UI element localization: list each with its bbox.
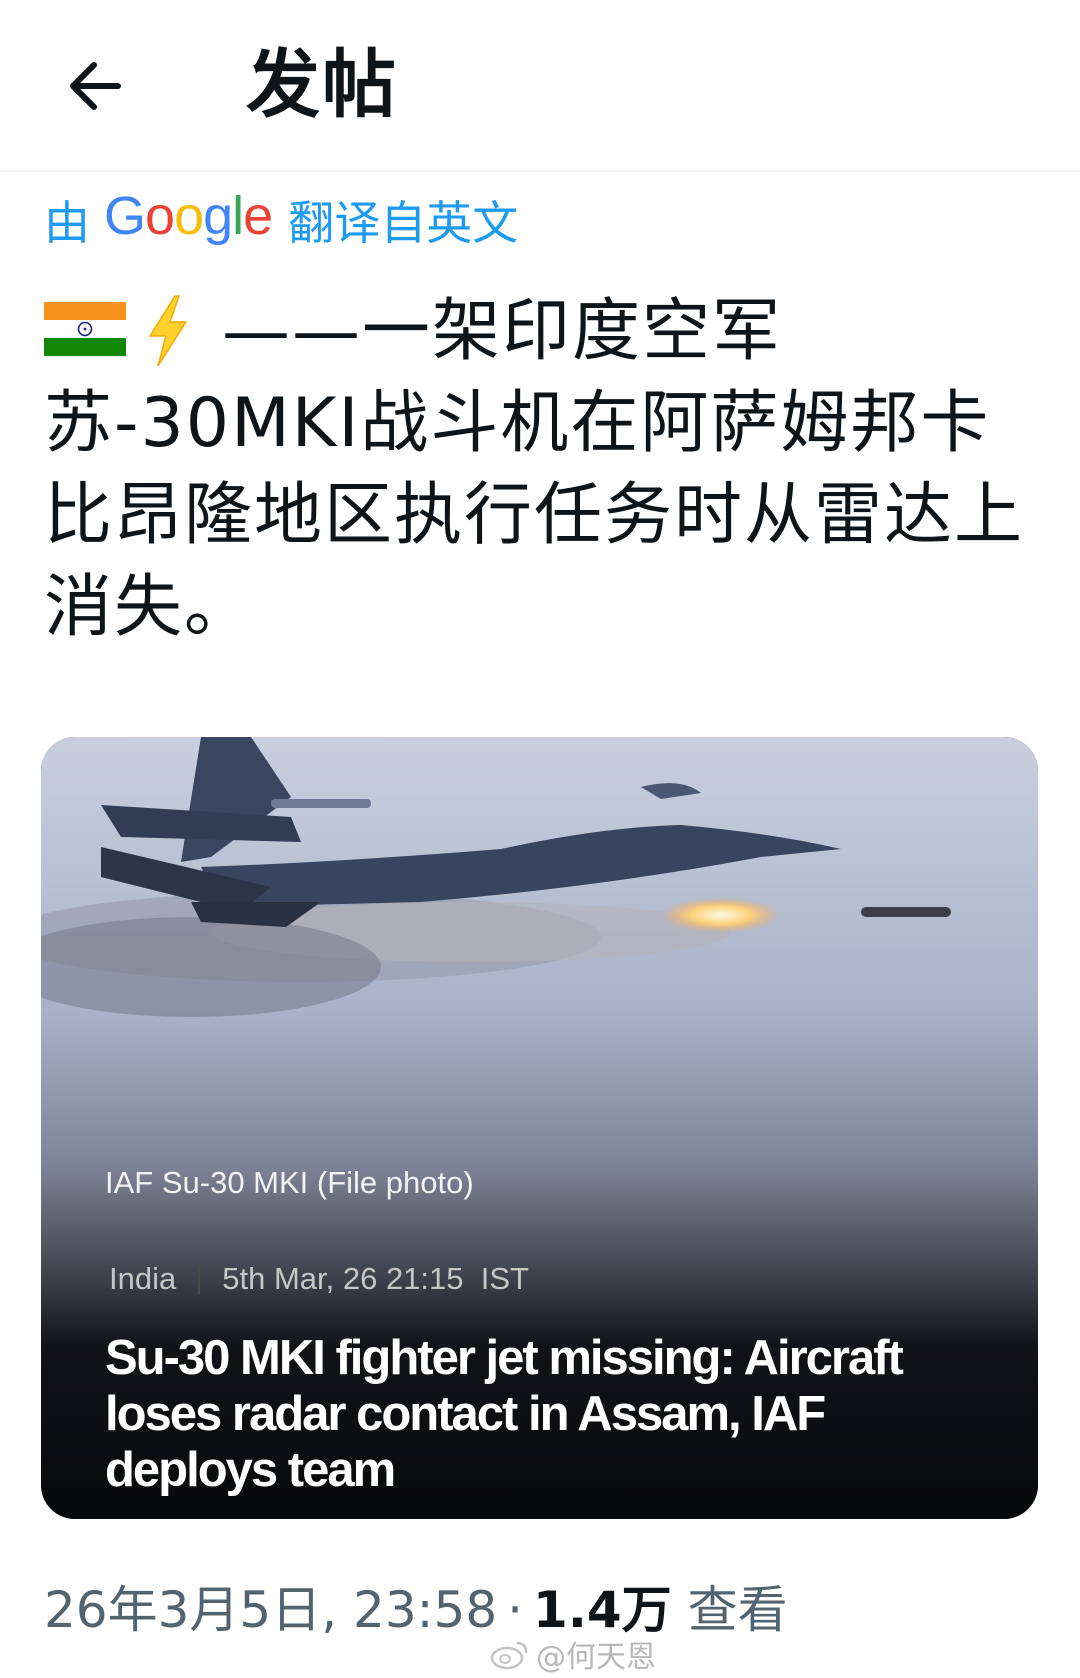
india-flag-icon [44,302,126,356]
meta-separator: · [507,1581,524,1639]
news-category: India [109,1261,177,1296]
weibo-watermark: @何天恩 [490,1632,656,1676]
top-bar: 发帖 [0,0,1080,172]
tweet-body: ——一架印度空军苏-30MKI战斗机在阿萨姆邦卡比昂隆地区执行任务时从雷达上消失… [44,286,1044,654]
meta-divider [198,1264,201,1294]
post-datetime[interactable]: 26年3月5日, 23:58 [44,1570,497,1642]
translation-suffix: 翻译自英文 [288,196,519,250]
translation-prefix: 由 [44,196,90,250]
arrow-left-icon [70,62,121,110]
watermark-text: @何天恩 [536,1640,656,1675]
back-button[interactable] [62,52,130,120]
page-title: 发帖 [246,42,398,128]
news-headline: Su-30 MKI fighter jet missing: Aircraft … [105,1331,904,1497]
photo-caption: IAF Su-30 MKI (File photo) [105,1165,474,1200]
news-card[interactable]: IAF Su-30 MKI (File photo) India 5th Mar… [41,737,1038,1519]
weibo-logo-icon [490,1641,528,1670]
views-label: 查看 [687,1581,788,1639]
google-logo: Google [104,186,273,246]
tweet-meta: 26年3月5日, 23:58 · 1.4万 查看 [44,1570,788,1642]
translation-notice[interactable]: 由 Google 翻译自英文 [44,186,519,250]
news-timestamp: 5th Mar, 26 21:15 IST [222,1261,529,1296]
news-meta: India 5th Mar, 26 21:15 IST [109,1261,529,1297]
lightning-icon [148,295,188,367]
